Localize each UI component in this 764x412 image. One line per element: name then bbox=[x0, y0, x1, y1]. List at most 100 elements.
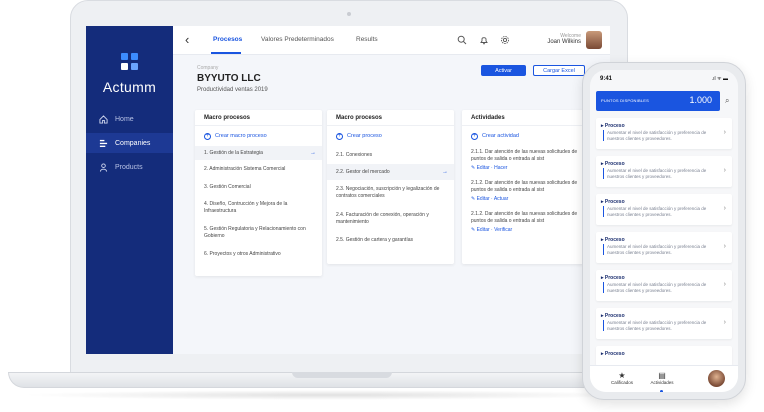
card-title: ▸ Proceso bbox=[601, 313, 625, 319]
edit-link[interactable]: Editar bbox=[477, 165, 490, 171]
edit-link[interactable]: Editar bbox=[477, 227, 490, 233]
list-item[interactable]: 2.4. Facturación de conexión, operación … bbox=[327, 206, 454, 232]
back-chevron-icon[interactable]: ‹ bbox=[185, 33, 189, 46]
sidebar-item-home[interactable]: Home bbox=[86, 109, 173, 129]
sidebar-item-label: Home bbox=[115, 115, 134, 123]
list-item[interactable]: 2.5. Gestión de cartera y garantías bbox=[327, 232, 454, 248]
activate-button[interactable]: Activar bbox=[481, 65, 526, 76]
laptop-shadow bbox=[20, 390, 640, 400]
column-title: Actividades bbox=[462, 110, 589, 126]
sidebar-item-label: Companies bbox=[115, 139, 151, 147]
company-name: BYYUTO LLC bbox=[197, 73, 261, 84]
chevron-right-icon: › bbox=[723, 205, 726, 212]
list-item[interactable]: 5. Gestión Regulatoria y Relacionamiento… bbox=[195, 220, 322, 246]
list-item[interactable]: 2.2. Gestor del mercado → bbox=[327, 164, 454, 180]
tab-calificados[interactable]: ★ Calificados bbox=[602, 371, 642, 385]
item-label: 2.4. Facturación de conexión, operación … bbox=[336, 212, 429, 225]
process-card[interactable]: ▸ Proceso Aumentar el nivel de satisfacci… bbox=[596, 156, 732, 187]
list-item[interactable]: 6. Proyectos y otros Administrativo bbox=[195, 246, 322, 262]
tab-actividades[interactable]: ▤ Actividades bbox=[642, 371, 682, 385]
list-item[interactable]: 2. Administración Sistema Comercial bbox=[195, 160, 322, 178]
add-icon: + bbox=[336, 132, 343, 140]
list-item[interactable]: 3. Gestión Comercial bbox=[195, 178, 322, 196]
action-link[interactable]: Verificar bbox=[494, 227, 512, 233]
activity-links: ✎ Editar · Actuar bbox=[471, 196, 509, 202]
card-title: ▸ Proceso bbox=[601, 351, 625, 357]
activity-item: 2.1.1. Dar atención de las nuevas solici… bbox=[462, 146, 589, 177]
list-item[interactable]: 4. Diseño, Contrucción y Mejora de la In… bbox=[195, 196, 322, 220]
chevron-right-icon: › bbox=[723, 129, 726, 136]
list-item[interactable]: 1. Gestión de la Estrategia → bbox=[195, 146, 322, 160]
card-title: ▸ Proceso bbox=[601, 161, 625, 167]
card-title: ▸ Proceso bbox=[601, 199, 625, 205]
card-description: Aumentar el nivel de satisfacción y pref… bbox=[603, 130, 713, 141]
button-label: Crear proceso bbox=[347, 133, 382, 139]
create-macro-process-button[interactable]: + Crear macro proceso bbox=[195, 126, 322, 146]
edit-link[interactable]: Editar bbox=[477, 196, 490, 202]
upload-excel-button[interactable]: Cargar Excel bbox=[533, 65, 585, 76]
card-description: Aumentar el nivel de satisfacción y pref… bbox=[603, 320, 713, 331]
chevron-right-icon: › bbox=[723, 319, 726, 326]
avatar[interactable] bbox=[586, 31, 602, 49]
points-banner: PUNTOS DISPONIBLES 1.000 bbox=[596, 91, 720, 111]
status-icons: .ıl ᯤ ▬ bbox=[711, 76, 728, 82]
action-link[interactable]: Actuar bbox=[494, 196, 508, 202]
activities-column: Actividades + Crear actividad 2.1.1. Dar … bbox=[462, 110, 589, 264]
process-card[interactable]: ▸ Proceso Aumentar el nivel de satisfacci… bbox=[596, 232, 732, 263]
tab-label: Calificados bbox=[610, 380, 633, 385]
item-label: 2.2. Gestor del mercado bbox=[336, 168, 390, 175]
active-tab-indicator bbox=[211, 52, 241, 54]
profile-avatar[interactable] bbox=[708, 370, 725, 387]
item-label: 2.5. Gestión de cartera y garantías bbox=[336, 236, 413, 243]
process-card[interactable]: ▸ Proceso Aumentar el nivel de satisfacci… bbox=[596, 308, 732, 339]
tab-valores-predeterminados[interactable]: Valores Predeterminados bbox=[261, 36, 334, 43]
star-icon: ★ bbox=[618, 371, 626, 380]
user-name: Joan Wilkins bbox=[547, 39, 581, 45]
points-label: PUNTOS DISPONIBLES bbox=[601, 98, 649, 103]
card-description: Aumentar el nivel de satisfacción y pref… bbox=[603, 282, 713, 293]
search-icon[interactable] bbox=[457, 35, 467, 45]
activity-item: 2.1.2. Dar atención de las nuevas solici… bbox=[462, 208, 589, 239]
tab-procesos[interactable]: Procesos bbox=[213, 36, 242, 43]
process-card[interactable]: ▸ Proceso Aumentar el nivel de satisfacci… bbox=[596, 270, 732, 301]
process-card[interactable]: ▸ Proceso Aumentar el nivel de satisfacci… bbox=[596, 118, 732, 149]
laptop-screen: Actumm Home Companies Products ‹ Proceso… bbox=[86, 26, 610, 354]
brand-name: Actumm bbox=[102, 79, 157, 95]
search-icon[interactable]: ⌕ bbox=[725, 96, 729, 106]
card-description: Aumentar el nivel de satisfacción y pref… bbox=[603, 244, 713, 255]
create-activity-button[interactable]: + Crear actividad bbox=[462, 126, 589, 146]
column-title: Macro procesos bbox=[195, 110, 322, 126]
card-title: ▸ Proceso bbox=[601, 275, 625, 281]
list-item[interactable]: 2.3. Negociación, suscripción y legaliza… bbox=[327, 180, 454, 206]
process-card[interactable]: ▸ Proceso bbox=[596, 346, 732, 366]
bell-icon[interactable] bbox=[479, 35, 489, 45]
status-time: 9:41 bbox=[600, 76, 613, 82]
document-icon: ▤ bbox=[658, 371, 666, 380]
phone-screen: 9:41 .ıl ᯤ ▬ PUNTOS DISPONIBLES 1.000 ⌕ … bbox=[590, 70, 738, 392]
tab-results[interactable]: Results bbox=[356, 36, 378, 43]
list-item[interactable]: 2.1. Conexiones bbox=[327, 146, 454, 164]
add-icon: + bbox=[204, 132, 211, 140]
laptop-phone-mockup: Actumm Home Companies Products ‹ Proceso… bbox=[0, 0, 764, 412]
arrow-right-icon: → bbox=[442, 168, 448, 175]
item-label: 4. Diseño, Contrucción y Mejora de la In… bbox=[204, 201, 288, 214]
gear-icon[interactable] bbox=[500, 35, 510, 45]
macro-processes-column: Macro procesos + Crear macro proceso 1. G… bbox=[195, 110, 322, 276]
create-process-button[interactable]: + Crear proceso bbox=[327, 126, 454, 146]
item-label: 2.1. Conexiones bbox=[336, 151, 373, 158]
user-icon bbox=[99, 162, 108, 172]
action-link[interactable]: Hacer bbox=[494, 165, 507, 171]
sidebar-item-companies[interactable]: Companies bbox=[86, 133, 173, 153]
card-title: ▸ Proceso bbox=[601, 237, 625, 243]
active-tab-dot bbox=[660, 390, 663, 392]
activity-text: 2.1.2. Dar atención de las nuevas solici… bbox=[471, 211, 578, 224]
item-label: 2.3. Negociación, suscripción y legaliza… bbox=[336, 186, 440, 199]
activity-item: 2.1.2. Dar atención de las nuevas solici… bbox=[462, 177, 589, 208]
phone-mockup: 9:41 .ıl ᯤ ▬ PUNTOS DISPONIBLES 1.000 ⌕ … bbox=[582, 62, 746, 400]
sidebar-item-products[interactable]: Products bbox=[86, 157, 173, 177]
processes-column: Macro procesos + Crear proceso 2.1. Conex… bbox=[327, 110, 454, 264]
process-card[interactable]: ▸ Proceso Aumentar el nivel de satisfacci… bbox=[596, 194, 732, 225]
tab-label: Actividades bbox=[650, 380, 674, 385]
list-icon bbox=[99, 139, 108, 147]
item-label: 6. Proyectos y otros Administrativo bbox=[204, 250, 281, 257]
